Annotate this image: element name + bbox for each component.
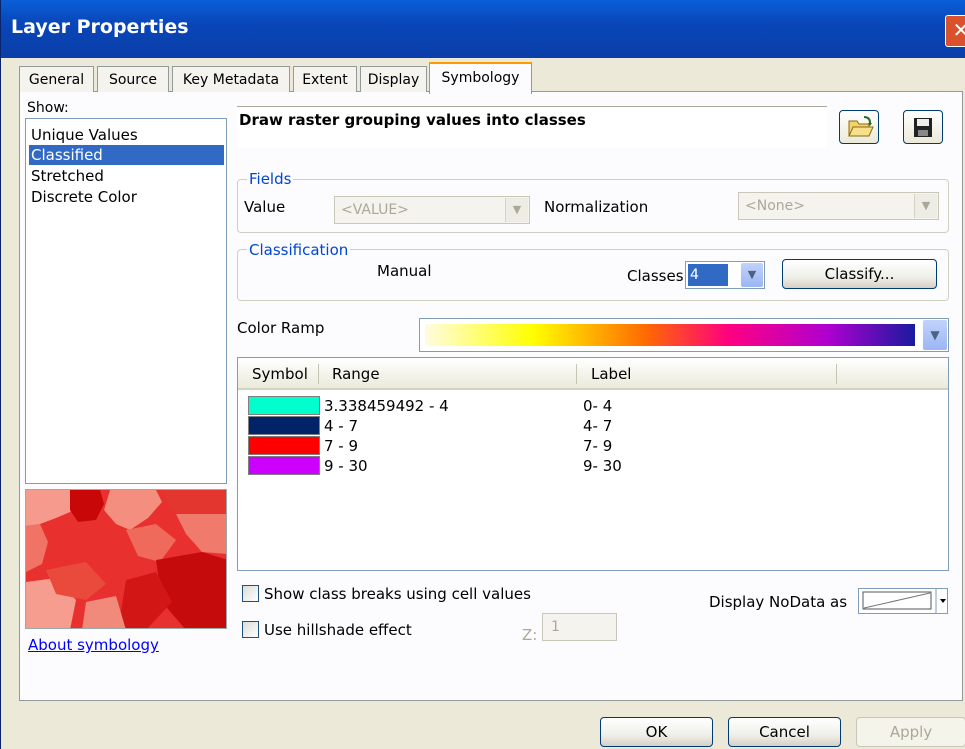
table-row[interactable]: 4 - 7 4- 7 <box>238 416 948 436</box>
value-label: Value <box>244 198 286 216</box>
classify-button[interactable]: Classify... <box>782 259 937 289</box>
symbology-preview-image <box>25 489 227 629</box>
normalization-select: <None> ▼ <box>738 192 939 220</box>
symbol-swatch[interactable] <box>248 436 320 455</box>
header-range[interactable]: Range <box>332 365 380 383</box>
header-symbol[interactable]: Symbol <box>252 365 308 383</box>
chevron-down-icon[interactable]: ▼ <box>923 320 947 350</box>
fields-group-title: Fields <box>247 170 294 188</box>
nodata-color-picker[interactable] <box>858 588 948 614</box>
apply-button: Apply <box>856 717 965 747</box>
show-item-discrete-color[interactable]: Discrete Color <box>29 187 224 207</box>
classification-group-title: Classification <box>247 241 351 259</box>
z-label: Z: <box>522 626 538 644</box>
range-cell[interactable]: 9 - 30 <box>324 457 368 475</box>
chevron-down-icon: ▼ <box>914 194 937 218</box>
tab-symbology[interactable]: Symbology <box>429 62 532 94</box>
nodata-label: Display NoData as <box>709 593 848 611</box>
tab-key-metadata[interactable]: Key Metadata <box>172 66 290 92</box>
about-symbology-link[interactable]: About symbology <box>28 636 159 654</box>
color-ramp-select[interactable]: ▼ <box>419 318 949 352</box>
show-label: Show: <box>27 100 69 116</box>
symbol-swatch[interactable] <box>248 396 320 415</box>
ok-button[interactable]: OK <box>600 717 713 747</box>
header-divider <box>576 364 577 384</box>
chevron-down-icon: ▼ <box>505 198 528 222</box>
range-cell[interactable]: 3.338459492 - 4 <box>324 397 449 415</box>
chevron-down-icon[interactable]: ▼ <box>741 263 763 287</box>
hillshade-label: Use hillshade effect <box>264 621 412 639</box>
description-box: Draw raster grouping values into classes <box>237 106 827 148</box>
classes-label: Classes <box>627 267 684 285</box>
table-row[interactable]: 7 - 9 7- 9 <box>238 436 948 456</box>
class-breaks-checkbox[interactable] <box>242 585 259 602</box>
value-select-text: <VALUE> <box>341 202 409 218</box>
table-row[interactable]: 9 - 30 9- 30 <box>238 456 948 476</box>
normalization-select-text: <None> <box>745 198 805 214</box>
save-disk-icon[interactable] <box>903 110 943 144</box>
z-factor-input: 1 <box>542 613 617 641</box>
header-divider <box>318 364 319 384</box>
symbol-swatch[interactable] <box>248 416 320 435</box>
classes-select[interactable]: 4 ▼ <box>685 261 765 289</box>
normalization-label: Normalization <box>544 198 649 216</box>
tab-general[interactable]: General <box>19 66 94 92</box>
open-folder-icon[interactable] <box>839 110 879 144</box>
classes-value: 4 <box>688 264 728 286</box>
hillshade-checkbox[interactable] <box>242 621 259 638</box>
symbol-swatch[interactable] <box>248 456 320 475</box>
color-ramp-label: Color Ramp <box>237 319 325 337</box>
tab-source[interactable]: Source <box>97 66 169 92</box>
table-row[interactable]: 3.338459492 - 4 0- 4 <box>238 396 948 416</box>
classification-method: Manual <box>377 262 432 280</box>
header-divider <box>836 364 837 384</box>
table-header: Symbol Range Label <box>238 358 948 390</box>
tab-extent[interactable]: Extent <box>293 66 357 92</box>
label-cell[interactable]: 7- 9 <box>583 437 612 455</box>
title-bar[interactable]: Layer Properties ✕ <box>1 0 965 58</box>
cancel-button[interactable]: Cancel <box>728 717 841 747</box>
header-label[interactable]: Label <box>591 365 631 383</box>
layer-properties-dialog: Layer Properties ✕ General Source Key Me… <box>0 0 965 749</box>
value-select: <VALUE> ▼ <box>334 196 530 224</box>
range-cell[interactable]: 7 - 9 <box>324 437 358 455</box>
show-item-stretched[interactable]: Stretched <box>29 166 224 186</box>
tab-display[interactable]: Display <box>360 66 427 92</box>
range-cell[interactable]: 4 - 7 <box>324 417 358 435</box>
description-text: Draw raster grouping values into classes <box>239 111 586 129</box>
label-cell[interactable]: 0- 4 <box>583 397 612 415</box>
label-cell[interactable]: 9- 30 <box>583 457 622 475</box>
window-title: Layer Properties <box>11 16 189 38</box>
label-cell[interactable]: 4- 7 <box>583 417 612 435</box>
color-ramp-swatch <box>425 324 915 346</box>
show-item-classified[interactable]: Classified <box>29 145 224 165</box>
show-item-unique-values[interactable]: Unique Values <box>29 125 224 145</box>
close-icon[interactable]: ✕ <box>945 15 965 47</box>
classes-table: Symbol Range Label 3.338459492 - 4 0- 44 … <box>237 357 949 571</box>
class-breaks-label: Show class breaks using cell values <box>264 585 531 603</box>
show-list: Unique Values Classified Stretched Discr… <box>25 118 227 484</box>
